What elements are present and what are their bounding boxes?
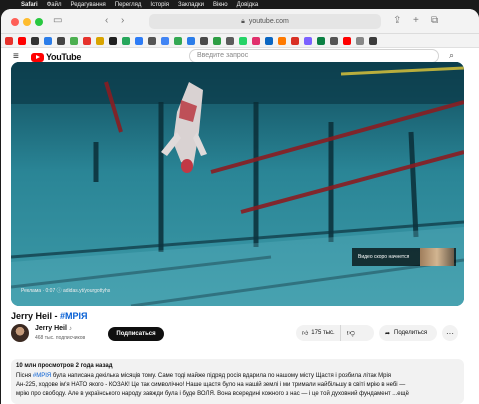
pool-video-frame: [11, 62, 464, 306]
like-dislike-group: 👍︎ 175 тыс. 👎︎: [296, 325, 374, 341]
description-line-3: мрію про свободу. Але в українського нар…: [16, 391, 409, 397]
bookmark-favicon-icon[interactable]: [330, 36, 338, 45]
video-player[interactable]: Реклама · 0:07 ⓘ adidas.yt/yourgottyhs В…: [11, 62, 464, 306]
ad-label: Реклама · 0:07 ⓘ adidas.yt/yourgottyhs: [21, 288, 111, 294]
upcoming-video-card[interactable]: Видео скоро начнется: [352, 248, 456, 266]
video-title: Jerry Heil - #МРІЯ: [11, 311, 88, 321]
description-line-2: Ан-225, ходове ім'я НАТО якого - КОЗАК! …: [16, 382, 406, 388]
bookmark-favicon-icon[interactable]: [278, 36, 286, 45]
tab-overview-icon[interactable]: ⧉: [431, 15, 438, 27]
bookmark-favicon-icon[interactable]: [31, 36, 39, 45]
menu-edit[interactable]: Редагування: [70, 2, 105, 8]
bookmark-favicon-icon[interactable]: [356, 36, 364, 45]
bookmark-favicon-icon[interactable]: [174, 36, 182, 45]
menu-history[interactable]: Історія: [150, 2, 169, 8]
share-button[interactable]: ➦ Поделиться: [379, 325, 437, 341]
lock-icon: 🔒︎: [241, 17, 245, 25]
bookmark-favicon-icon[interactable]: [161, 36, 169, 45]
bookmark-favicon-icon[interactable]: [148, 36, 156, 45]
zoom-window-button[interactable]: [35, 18, 43, 26]
upcoming-video-label: Видео скоро начнется: [358, 254, 410, 260]
hamburger-menu-icon[interactable]: ≡: [13, 51, 19, 62]
bookmark-favicon-icon[interactable]: [109, 36, 117, 45]
description-line-1: Пісня #МРІЯ була написана декілька місяц…: [16, 372, 459, 381]
like-button[interactable]: 👍︎ 175 тыс.: [296, 325, 341, 341]
thumbs-down-icon: 👎︎: [346, 328, 355, 337]
sidebar-icon[interactable]: ▭: [53, 15, 62, 27]
description-hashtag[interactable]: #МРІЯ: [33, 373, 51, 379]
minimize-window-button[interactable]: [23, 18, 31, 26]
upcoming-video-thumbnail: [420, 248, 454, 266]
bookmark-favicon-icon[interactable]: [187, 36, 195, 45]
bookmark-favicon-icon[interactable]: [122, 36, 130, 45]
youtube-play-icon: [31, 52, 44, 62]
menu-safari[interactable]: Safari: [21, 2, 38, 8]
menu-window[interactable]: Вікно: [213, 2, 228, 8]
browser-toolbar: ▭ ‹ › 🔒︎ youtube.com ⇪ + ⧉: [1, 9, 479, 34]
bookmark-favicon-icon[interactable]: [135, 36, 143, 45]
search-input[interactable]: Введите запрос: [189, 49, 439, 63]
bookmark-favicon-icon[interactable]: [57, 36, 65, 45]
subscriber-count: 468 тыс. подписчиков: [35, 335, 86, 341]
back-icon[interactable]: ‹: [105, 15, 108, 27]
new-tab-icon[interactable]: +: [413, 15, 419, 27]
share-label: Поделиться: [394, 330, 428, 336]
video-title-hashtag[interactable]: #МРІЯ: [60, 311, 87, 321]
bookmark-favicon-icon[interactable]: [200, 36, 208, 45]
bookmark-favicon-icon[interactable]: [252, 36, 260, 45]
description-text: Пісня: [16, 373, 33, 379]
video-title-text: Jerry Heil -: [11, 311, 61, 321]
dislike-button[interactable]: 👎︎: [341, 328, 355, 338]
menu-bar: Safari Файл Редагування Перегляд Історія…: [0, 0, 479, 9]
bookmark-favicon-icon[interactable]: [291, 36, 299, 45]
bookmark-favicon-icon[interactable]: [5, 36, 13, 45]
bookmark-favicon-icon[interactable]: [83, 36, 91, 45]
menu-file[interactable]: Файл: [47, 2, 62, 8]
forward-icon[interactable]: ›: [121, 15, 124, 27]
channel-name[interactable]: Jerry Heil: [35, 325, 67, 332]
youtube-logo-text: YouTube: [46, 52, 82, 62]
close-window-button[interactable]: [11, 18, 19, 26]
bookmark-favicon-icon[interactable]: [44, 36, 52, 45]
bookmark-favicon-icon[interactable]: [226, 36, 234, 45]
menu-help[interactable]: Довідка: [237, 2, 259, 8]
bookmark-favicon-icon[interactable]: [70, 36, 78, 45]
youtube-logo[interactable]: YouTube: [31, 52, 81, 62]
thumbs-up-icon: 👍︎: [302, 331, 309, 337]
bookmark-favicon-icon[interactable]: [96, 36, 104, 45]
view-count-and-date: 10 млн просмотров 2 года назад: [16, 363, 113, 369]
bookmark-favicon-icon[interactable]: [18, 36, 26, 45]
description-box[interactable]: 10 млн просмотров 2 года назад Пісня #МР…: [11, 359, 464, 404]
like-count: 175 тыс.: [311, 330, 335, 336]
bookmark-favicon-icon[interactable]: [343, 36, 351, 45]
bookmark-favicon-icon[interactable]: [239, 36, 247, 45]
bookmark-favicon-icon[interactable]: [369, 36, 377, 45]
address-bar[interactable]: 🔒︎ youtube.com: [149, 14, 381, 29]
description-text: була написана декілька місяців тому. Сам…: [51, 373, 392, 379]
bookmark-favicon-icon[interactable]: [265, 36, 273, 45]
share-arrow-icon: ➦: [385, 330, 391, 337]
share-page-icon[interactable]: ⇪: [393, 15, 401, 27]
channel-name-row: Jerry Heil ♪: [35, 325, 72, 332]
bookmark-favicon-icon[interactable]: [317, 36, 325, 45]
menu-bookmarks[interactable]: Закладки: [178, 2, 204, 8]
bookmark-favicon-icon[interactable]: [213, 36, 221, 45]
more-icon: ···: [446, 328, 454, 338]
channel-avatar[interactable]: [11, 324, 29, 342]
more-actions-button[interactable]: ···: [442, 325, 458, 341]
subscribe-button[interactable]: Подписаться: [108, 327, 164, 341]
music-note-icon: ♪: [68, 326, 72, 332]
search-icon[interactable]: ⌕: [449, 50, 454, 61]
bookmarks-bar: [1, 34, 479, 48]
bookmark-favicon-icon[interactable]: [304, 36, 312, 45]
address-text: youtube.com: [248, 18, 289, 25]
menu-view[interactable]: Перегляд: [115, 2, 142, 8]
